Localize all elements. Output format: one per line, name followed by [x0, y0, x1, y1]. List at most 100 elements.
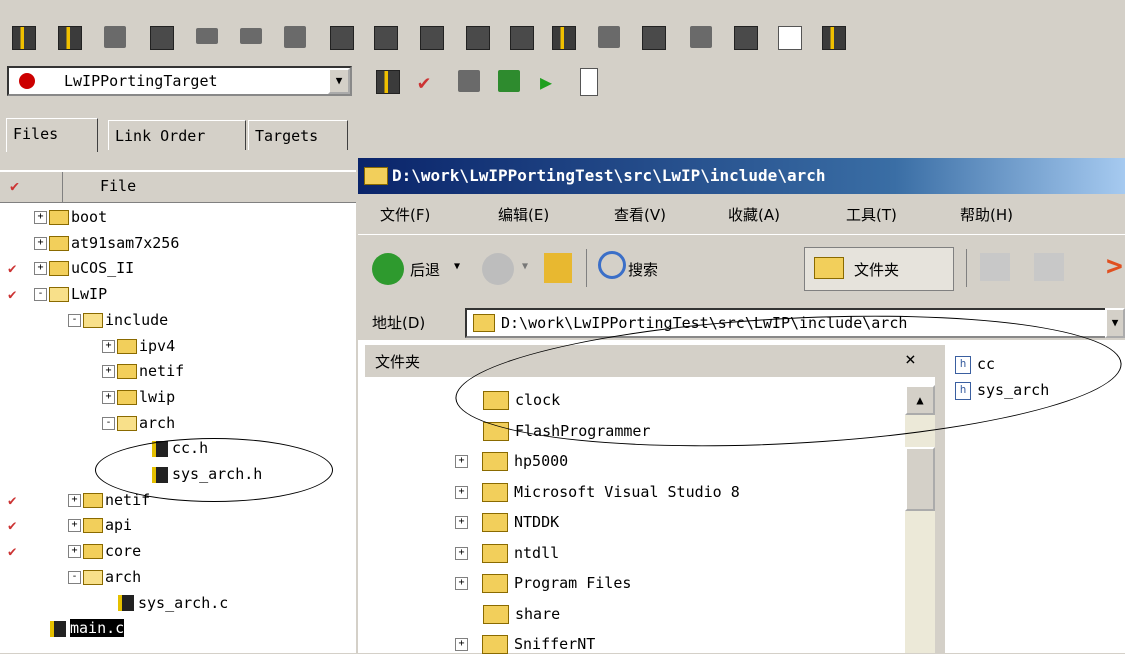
properties-icon[interactable] [822, 26, 846, 50]
folder-tree-label: Microsoft Visual Studio 8 [514, 482, 740, 501]
tree-item[interactable]: + ipv4 [102, 337, 175, 355]
tree-item[interactable]: - arch [102, 414, 175, 432]
tree-item[interactable]: + netif [102, 362, 184, 380]
tab-files[interactable]: Files [6, 118, 98, 152]
tree-item[interactable]: + boot [34, 208, 107, 226]
menu-edit[interactable]: 编辑(E) [498, 204, 549, 225]
folder-tree-item[interactable]: + NTDDK [455, 513, 559, 532]
collapse-icon[interactable]: - [68, 570, 81, 584]
menu-tools[interactable]: 工具(T) [846, 204, 897, 225]
compile-icon[interactable] [598, 26, 620, 48]
find-in-files-icon[interactable] [510, 26, 534, 50]
tab-files-label: Files [13, 125, 59, 143]
back-dropdown-icon[interactable]: ▼ [454, 261, 460, 272]
expand-icon[interactable]: + [68, 493, 81, 507]
save-icon[interactable] [150, 26, 174, 50]
delete-icon[interactable]: > [1106, 249, 1123, 282]
folder-tree-item[interactable]: + Program Files [455, 574, 631, 593]
target-settings-icon[interactable] [376, 70, 400, 94]
folder-tree-item[interactable]: share [483, 604, 560, 624]
forward-dropdown-icon[interactable]: ▼ [522, 261, 528, 272]
explorer-titlebar: D:\work\LwIPPortingTest\src\LwIP\include… [358, 158, 1125, 194]
move-to-icon[interactable] [980, 253, 1010, 281]
redo-icon[interactable] [240, 28, 262, 44]
folder-tree-item[interactable]: + SnifferNT [455, 635, 595, 654]
folder-icon [49, 210, 69, 225]
menu-favorites[interactable]: 收藏(A) [728, 204, 780, 225]
tree-item[interactable]: main.c [34, 619, 125, 638]
debug-target-icon[interactable] [498, 70, 520, 92]
expand-icon[interactable]: + [68, 545, 81, 559]
expand-icon[interactable]: + [34, 262, 47, 276]
paste-icon[interactable] [374, 26, 398, 50]
collapse-icon[interactable]: - [34, 288, 47, 302]
menu-help[interactable]: 帮助(H) [960, 204, 1013, 225]
tree-item[interactable]: + lwip [102, 388, 175, 406]
find-icon[interactable] [420, 26, 444, 50]
replace-icon[interactable] [466, 26, 490, 50]
expand-icon[interactable]: + [455, 455, 468, 468]
chevron-down-icon[interactable]: ▼ [328, 68, 350, 94]
back-arrow-icon[interactable] [372, 253, 404, 285]
copy-icon[interactable] [330, 26, 354, 50]
cut-icon[interactable] [284, 26, 306, 48]
undo-icon[interactable] [196, 28, 218, 44]
tree-item[interactable]: + core [68, 542, 141, 560]
expand-icon[interactable]: + [102, 365, 115, 379]
back-button-label[interactable]: 后退 [410, 259, 440, 280]
expand-icon[interactable]: + [455, 638, 468, 651]
stop-icon[interactable] [734, 26, 758, 50]
folder-tree-item[interactable]: + ntdll [455, 543, 559, 563]
forward-arrow-icon[interactable] [482, 253, 514, 285]
expand-icon[interactable]: + [68, 519, 81, 533]
tree-item[interactable]: + uCOS_II [34, 259, 134, 277]
check-mark-icon: ✔ [8, 261, 17, 278]
expand-icon[interactable]: + [455, 546, 468, 560]
view-page-icon[interactable] [778, 26, 802, 50]
search-button-label[interactable]: 搜索 [628, 259, 658, 280]
expand-icon[interactable]: + [102, 339, 115, 353]
expand-icon[interactable]: + [455, 485, 468, 499]
target-icon [19, 73, 35, 89]
check-column-icon: ✔ [10, 177, 20, 195]
debug-icon[interactable] [690, 26, 712, 48]
tree-item-label: LwIP [71, 285, 108, 304]
synchronize-icon[interactable]: ✔ [418, 70, 440, 94]
menu-file[interactable]: 文件(F) [380, 204, 430, 225]
tree-item[interactable]: + at91sam7x256 [34, 234, 179, 252]
expand-icon[interactable]: + [34, 236, 47, 250]
collapse-icon[interactable]: - [102, 416, 115, 430]
folder-tree-item[interactable]: + hp5000 [455, 452, 568, 471]
scroll-thumb[interactable] [905, 447, 935, 511]
collapse-icon[interactable]: - [68, 313, 81, 327]
expand-icon[interactable]: + [455, 577, 468, 590]
tree-item[interactable]: - arch [68, 568, 141, 586]
search-icon[interactable] [598, 251, 626, 279]
open-folder-icon[interactable] [104, 26, 126, 48]
make-icon[interactable] [642, 26, 666, 50]
tree-item[interactable]: sys_arch.c [102, 594, 228, 612]
folder-tree-item[interactable]: + Microsoft Visual Studio 8 [455, 482, 740, 502]
copy-to-icon[interactable] [1034, 253, 1064, 281]
up-folder-icon[interactable] [544, 253, 572, 283]
address-dropdown-icon[interactable]: ▼ [1105, 308, 1125, 338]
new-project-icon[interactable] [12, 26, 36, 50]
expand-icon[interactable]: + [455, 516, 468, 529]
tree-item[interactable]: - include [68, 311, 168, 329]
project-inspector-icon[interactable] [580, 68, 598, 96]
tree-item[interactable]: - LwIP [34, 285, 107, 303]
tab-link-order[interactable]: Link Order [108, 120, 246, 150]
menu-view[interactable]: 查看(V) [614, 204, 666, 225]
folder-open-icon [83, 569, 103, 585]
expand-icon[interactable]: + [34, 211, 47, 224]
new-file-icon[interactable] [58, 26, 82, 50]
folder-icon [482, 574, 508, 593]
tree-item-label: api [105, 516, 133, 535]
settings-page-icon[interactable] [552, 26, 576, 50]
file-column-header[interactable]: ✔ File [0, 172, 356, 203]
run-icon[interactable]: ▶ [540, 70, 562, 94]
make-target-icon[interactable] [458, 70, 480, 92]
expand-icon[interactable]: + [102, 390, 115, 404]
tree-item[interactable]: + api [68, 516, 132, 534]
tab-targets[interactable]: Targets [248, 120, 348, 150]
